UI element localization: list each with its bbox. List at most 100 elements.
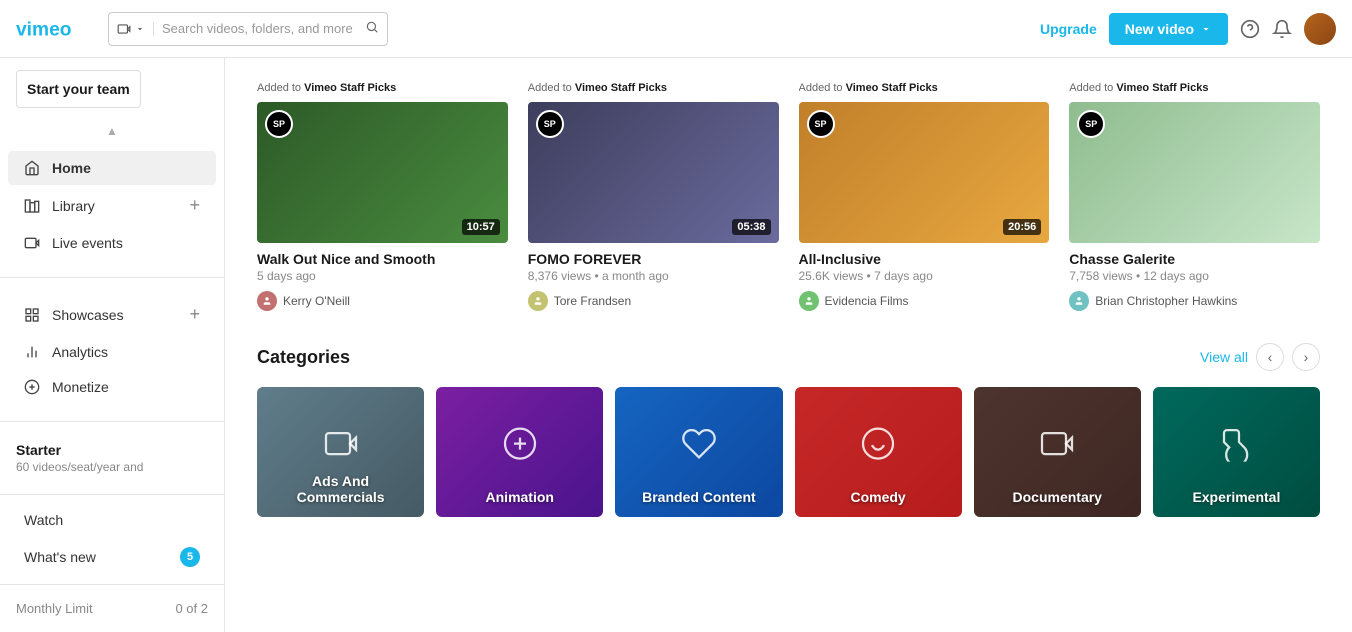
monthly-limit-value: 0 of 2 (175, 601, 208, 616)
plan-section: Starter 60 videos/seat/year and (0, 430, 224, 486)
category-card-documentary[interactable]: Documentary (974, 387, 1141, 517)
avatar[interactable] (1304, 13, 1336, 45)
video-title: Walk Out Nice and Smooth (257, 251, 508, 267)
upgrade-button[interactable]: Upgrade (1040, 21, 1097, 37)
app-layout: Start your team ▲ Home Library + (0, 58, 1352, 632)
monetize-icon (24, 379, 40, 395)
sidebar-item-live-events[interactable]: Live events (8, 226, 216, 260)
primary-nav: Home Library + Live events (0, 142, 224, 269)
category-card-ads[interactable]: Ads And Commercials (257, 387, 424, 517)
watch-label: Watch (24, 512, 63, 528)
sidebar-item-library[interactable]: Library + (8, 186, 216, 225)
categories-nav: View all ‹ › (1200, 343, 1320, 371)
branded-icon (681, 426, 717, 462)
collection-name: Vimeo Staff Picks (304, 82, 396, 94)
category-label-ads: Ads And Commercials (269, 473, 412, 505)
category-label-comedy: Comedy (807, 489, 950, 505)
category-icon-ads (323, 426, 359, 470)
categories-next-button[interactable]: › (1292, 343, 1320, 371)
sidebar: Start your team ▲ Home Library + (0, 58, 225, 632)
documentary-icon (1039, 426, 1075, 462)
category-card-branded[interactable]: Branded Content (615, 387, 782, 517)
view-all-link[interactable]: View all (1200, 349, 1248, 365)
category-label-documentary: Documentary (986, 489, 1129, 505)
experimental-icon (1218, 426, 1254, 462)
sidebar-item-home[interactable]: Home (8, 151, 216, 185)
library-add-button[interactable]: + (189, 195, 200, 216)
video-card[interactable]: Added to Vimeo Staff Picks SP 10:57 Walk… (257, 82, 508, 311)
person-icon (1074, 296, 1084, 306)
video-thumbnail: SP (1069, 102, 1320, 243)
category-icon-experimental (1218, 426, 1254, 470)
sidebar-scroll: Start your team ▲ Home Library + (0, 58, 224, 616)
ads-icon (323, 426, 359, 462)
sidebar-divider-1 (0, 277, 224, 278)
person-icon (533, 296, 543, 306)
help-icon (1240, 19, 1260, 39)
video-card[interactable]: Added to Vimeo Staff Picks SP 20:56 All-… (799, 82, 1050, 311)
sp-badge: SP (265, 110, 293, 138)
monthly-limit-label: Monthly Limit (16, 601, 93, 616)
magnifier-icon (365, 20, 379, 34)
library-icon (24, 198, 40, 214)
search-submit-button[interactable] (365, 20, 379, 37)
video-meta: 8,376 views • a month ago (528, 269, 779, 283)
plan-title: Starter (16, 442, 208, 458)
author-avatar (257, 291, 277, 311)
category-card-experimental[interactable]: Experimental (1153, 387, 1320, 517)
author-avatar (799, 291, 819, 311)
categories-prev-button[interactable]: ‹ (1256, 343, 1284, 371)
search-type-button[interactable] (117, 22, 154, 36)
staff-picks-badge: Added to Vimeo Staff Picks (799, 82, 1050, 102)
author-name: Evidencia Films (825, 294, 909, 308)
category-card-comedy[interactable]: Comedy (795, 387, 962, 517)
sidebar-monetize-label: Monetize (52, 379, 109, 395)
categories-title: Categories (257, 347, 350, 368)
video-author: Evidencia Films (799, 291, 1050, 311)
sidebar-analytics-label: Analytics (52, 344, 108, 360)
category-label-experimental: Experimental (1165, 489, 1308, 505)
search-input[interactable] (162, 21, 365, 36)
staff-picks-grid: Added to Vimeo Staff Picks SP 10:57 Walk… (257, 82, 1320, 311)
chevron-down-icon (1200, 23, 1212, 35)
showcases-icon (24, 307, 40, 323)
category-icon-animation (502, 426, 538, 470)
sidebar-item-analytics[interactable]: Analytics (8, 335, 216, 369)
sidebar-divider-4 (0, 584, 224, 585)
sidebar-showcases-label: Showcases (52, 307, 124, 323)
author-avatar (1069, 291, 1089, 311)
video-info: FOMO FOREVER 8,376 views • a month ago T… (528, 243, 779, 311)
showcases-add-button[interactable]: + (189, 304, 200, 325)
video-title: All-Inclusive (799, 251, 1050, 267)
home-icon (24, 160, 40, 176)
notifications-button[interactable] (1272, 19, 1292, 39)
collection-name: Vimeo Staff Picks (1116, 82, 1208, 94)
staff-picks-badge: Added to Vimeo Staff Picks (1069, 82, 1320, 102)
vimeo-logo[interactable]: vimeo (16, 15, 96, 43)
category-card-animation[interactable]: Animation (436, 387, 603, 517)
staff-picks-badge: Added to Vimeo Staff Picks (257, 82, 508, 102)
main-content: Added to Vimeo Staff Picks SP 10:57 Walk… (225, 58, 1352, 632)
main-header: vimeo Upgrade New video (0, 0, 1352, 58)
sidebar-item-monetize[interactable]: Monetize (8, 370, 216, 404)
start-team-button[interactable]: Start your team (16, 70, 141, 108)
video-card[interactable]: Added to Vimeo Staff Picks SP Chasse Gal… (1069, 82, 1320, 311)
sp-badge: SP (807, 110, 835, 138)
video-card[interactable]: Added to Vimeo Staff Picks SP 05:38 FOMO… (528, 82, 779, 311)
help-button[interactable] (1240, 19, 1260, 39)
new-video-button[interactable]: New video (1109, 13, 1228, 45)
live-events-icon (24, 235, 40, 251)
categories-header: Categories View all ‹ › (257, 343, 1320, 371)
sidebar-home-label: Home (52, 160, 91, 176)
up-arrow-icon: ▲ (106, 124, 118, 138)
person-icon (262, 296, 272, 306)
video-title: Chasse Galerite (1069, 251, 1320, 267)
sidebar-item-watch[interactable]: Watch (8, 503, 216, 537)
video-title: FOMO FOREVER (528, 251, 779, 267)
sidebar-item-whats-new[interactable]: What's new 5 (8, 538, 216, 576)
staff-picks-badge: Added to Vimeo Staff Picks (528, 82, 779, 102)
sp-badge: SP (536, 110, 564, 138)
video-type-icon (117, 22, 131, 36)
author-name: Kerry O'Neill (283, 294, 350, 308)
sidebar-item-showcases[interactable]: Showcases + (8, 295, 216, 334)
